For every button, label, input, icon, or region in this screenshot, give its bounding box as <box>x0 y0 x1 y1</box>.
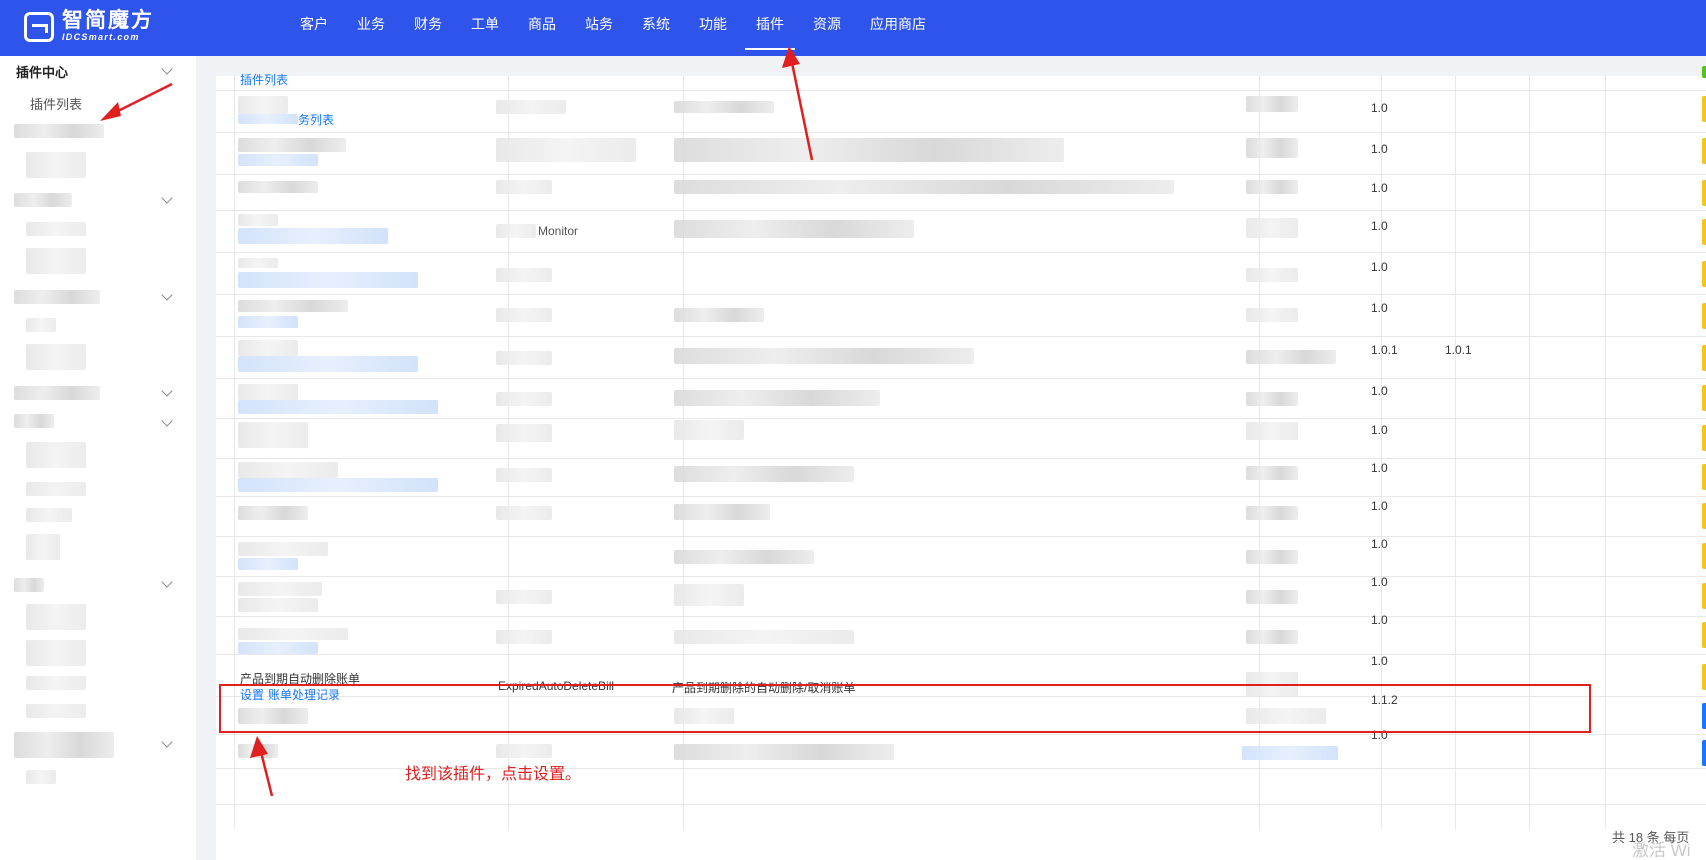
arrow-nav <box>789 57 814 161</box>
annotation-arrows <box>100 46 814 797</box>
arrow-head <box>782 46 800 68</box>
os-activation-watermark: 激活 Wi <box>1632 841 1691 860</box>
arrow-head <box>100 102 121 121</box>
arrow-head <box>250 736 268 758</box>
